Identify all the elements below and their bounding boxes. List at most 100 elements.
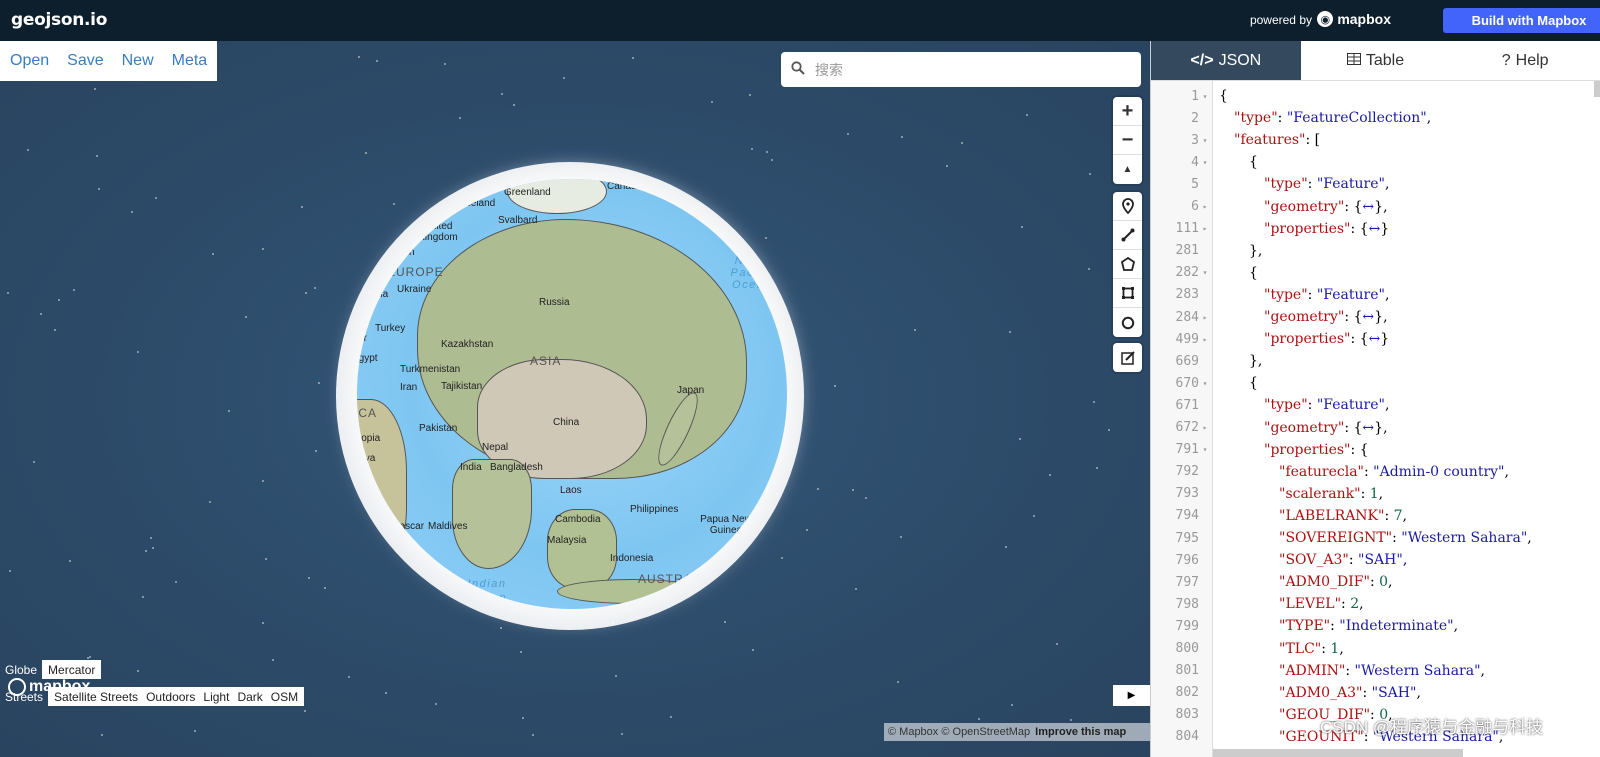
panel-tabs: </> JSON Table ? Help: [1151, 41, 1600, 81]
zoom-in-icon[interactable]: +: [1113, 97, 1142, 126]
style-dark[interactable]: Dark: [233, 690, 266, 704]
fold-toggle-icon[interactable]: ▸: [1199, 423, 1211, 432]
code-line[interactable]: 793 "scalerank": 1,: [1151, 483, 1600, 505]
line-number: 798: [1175, 596, 1199, 612]
app-title[interactable]: geojson.io: [11, 10, 107, 30]
code-line[interactable]: 792 "featurecla": "Admin-0 country",: [1151, 461, 1600, 483]
tab-table[interactable]: Table: [1301, 41, 1451, 80]
fold-toggle-icon[interactable]: ▾: [1199, 92, 1211, 101]
code-text: },: [1211, 353, 1262, 369]
style-light[interactable]: Light: [199, 690, 233, 704]
style-outdoors[interactable]: Outdoors: [142, 690, 199, 704]
code-text: "properties": {↔}: [1211, 221, 1389, 237]
label-bangladesh: Bangladesh: [490, 462, 543, 473]
json-number: 2: [1350, 596, 1360, 613]
circle-icon[interactable]: [1113, 308, 1142, 337]
search-box[interactable]: 搜索: [781, 52, 1141, 87]
polygon-icon[interactable]: [1113, 250, 1142, 279]
code-line[interactable]: 3 ▾ "features": [: [1151, 129, 1600, 151]
mapbox-logo[interactable]: ◉ mapbox: [1317, 11, 1391, 27]
code-line[interactable]: 283 "type": "Feature",: [1151, 284, 1600, 306]
fold-toggle-icon[interactable]: ▸: [1199, 202, 1211, 211]
code-line[interactable]: 282 ▾ {: [1151, 262, 1600, 284]
map-canvas[interactable]: Open Save New Meta 搜索 + − ▲ Greenland Ca…: [0, 41, 1150, 757]
search-input[interactable]: 搜索: [815, 60, 843, 80]
code-line[interactable]: 6 ▸ "geometry": {↔},: [1151, 196, 1600, 218]
code-line[interactable]: 801 "ADMIN": "Western Sahara",: [1151, 660, 1600, 682]
fold-toggle-icon[interactable]: ▸: [1199, 313, 1211, 322]
fold-toggle-icon[interactable]: ▸: [1199, 224, 1211, 233]
code-line[interactable]: 799 "TYPE": "Indeterminate",: [1151, 615, 1600, 637]
star: [358, 56, 360, 58]
json-punct: : {: [1344, 309, 1363, 325]
compass-icon[interactable]: ▲: [1113, 155, 1142, 184]
fold-toggle-icon[interactable]: ▾: [1199, 445, 1211, 454]
code-line[interactable]: 281},: [1151, 240, 1600, 262]
code-line[interactable]: 671 "type": "Feature",: [1151, 394, 1600, 416]
attribution-text[interactable]: © Mapbox © OpenStreetMap: [888, 726, 1030, 738]
fold-toggle-icon[interactable]: ▾: [1199, 379, 1211, 388]
line-number: 111: [1175, 221, 1199, 237]
code-line[interactable]: 796 "SOV_A3": "SAH",: [1151, 549, 1600, 571]
line-icon[interactable]: [1113, 221, 1142, 250]
tab-json[interactable]: </> JSON: [1151, 41, 1301, 80]
code-line[interactable]: 499 ▸ "properties": {↔}: [1151, 328, 1600, 350]
json-punct: ,: [1378, 485, 1384, 502]
menu-new[interactable]: New: [122, 52, 154, 70]
json-editor[interactable]: 1 ▾{2 "type": "FeatureCollection", 3 ▾ "featu…: [1151, 81, 1600, 757]
code-line[interactable]: 2 "type": "FeatureCollection",: [1151, 107, 1600, 129]
line-number: 283: [1175, 287, 1199, 303]
fold-toggle-icon[interactable]: ▾: [1199, 158, 1211, 167]
star: [212, 253, 214, 255]
marker-icon[interactable]: [1113, 192, 1142, 221]
collapse-panel-button[interactable]: ▶: [1113, 685, 1150, 706]
code-line[interactable]: 5 "type": "Feature",: [1151, 173, 1600, 195]
vertical-scrollbar[interactable]: [1594, 81, 1600, 97]
json-key: "type": [1264, 286, 1308, 303]
json-key: "LEVEL": [1279, 596, 1342, 613]
code-line[interactable]: 794 "LABELRANK": 7,: [1151, 505, 1600, 527]
line-number: 670: [1175, 375, 1199, 391]
star: [69, 560, 71, 562]
code-line[interactable]: 111 ▸ "properties": {↔}: [1151, 218, 1600, 240]
code-text: "SOVEREIGNT": "Western Sahara",: [1211, 530, 1532, 546]
style-osm[interactable]: OSM: [267, 690, 302, 704]
code-line[interactable]: 802 "ADM0_A3": "SAH",: [1151, 682, 1600, 704]
star: [852, 489, 854, 491]
code-line[interactable]: 798 "LEVEL": 2,: [1151, 593, 1600, 615]
build-with-mapbox-button[interactable]: Build with Mapbox: [1443, 8, 1600, 33]
fold-toggle-icon[interactable]: ▸: [1199, 335, 1211, 344]
zoom-out-icon[interactable]: −: [1113, 126, 1142, 155]
improve-map-link[interactable]: Improve this map: [1035, 726, 1126, 738]
code-line[interactable]: 670 ▾ {: [1151, 372, 1600, 394]
code-line[interactable]: 669},: [1151, 350, 1600, 372]
menu-open[interactable]: Open: [10, 52, 49, 70]
fold-toggle-icon[interactable]: ▾: [1199, 136, 1211, 145]
code-line[interactable]: 795 "SOVEREIGNT": "Western Sahara",: [1151, 527, 1600, 549]
star: [1019, 438, 1021, 440]
label-madagascar: Madagascar: [369, 521, 425, 532]
star: [1056, 643, 1058, 645]
star: [865, 497, 867, 499]
edit-icon[interactable]: [1113, 343, 1142, 372]
code-line[interactable]: 284 ▸ "geometry": {↔},: [1151, 306, 1600, 328]
rectangle-icon[interactable]: [1113, 279, 1142, 308]
code-line[interactable]: 1 ▾ {: [1151, 85, 1600, 107]
code-text: "geometry": {↔},: [1211, 309, 1388, 325]
code-line[interactable]: 800 "TLC": 1,: [1151, 638, 1600, 660]
mapbox-watermark[interactable]: mapbox: [8, 678, 90, 696]
menu-save[interactable]: Save: [67, 52, 103, 70]
globe[interactable]: Greenland Canada Iceland Svalbard United…: [357, 179, 787, 609]
star: [137, 351, 139, 353]
projection-mercator[interactable]: Mercator: [44, 663, 99, 677]
code-line[interactable]: 672 ▸ "geometry": {↔},: [1151, 417, 1600, 439]
code-line[interactable]: 791 ▾ "properties": {: [1151, 439, 1600, 461]
label-india: India: [460, 462, 482, 473]
tab-help[interactable]: ? Help: [1450, 41, 1600, 80]
code-line[interactable]: 4 ▾ {: [1151, 151, 1600, 173]
label-turkmenistan: Turkmenistan: [400, 364, 461, 375]
horizontal-scrollbar[interactable]: [1213, 749, 1463, 757]
fold-toggle-icon[interactable]: ▾: [1199, 268, 1211, 277]
menu-meta[interactable]: Meta: [172, 52, 208, 70]
code-line[interactable]: 797 "ADM0_DIF": 0,: [1151, 571, 1600, 593]
